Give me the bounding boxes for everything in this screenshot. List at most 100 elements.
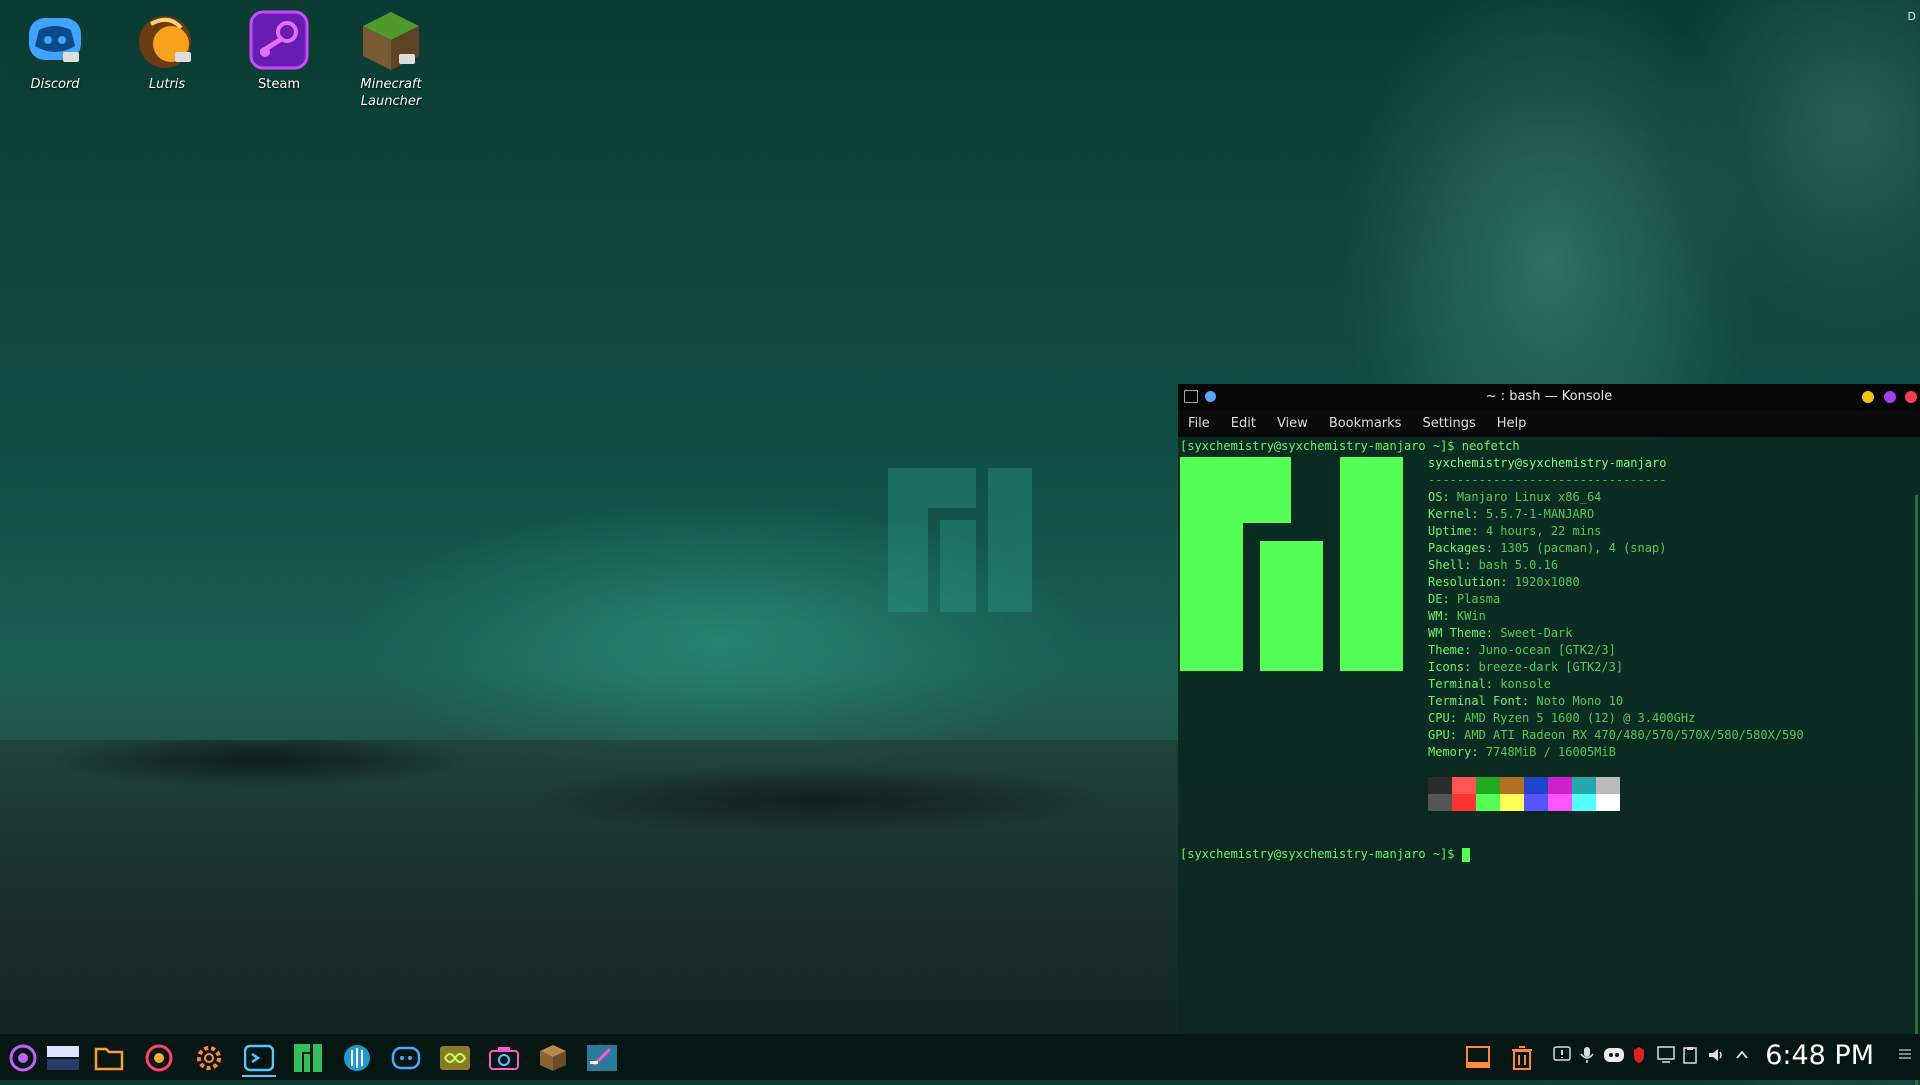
palette-swatch [1452,794,1476,811]
task-discover[interactable] [340,1041,374,1075]
info-row: Icons: breeze-dark [GTK2/3] [1428,660,1624,674]
trash-button[interactable] [1511,1046,1533,1074]
manjaro-wallpaper-logo [888,468,1032,612]
folder-icon [94,1047,124,1071]
network-tray[interactable] [1657,1046,1675,1068]
discover-icon [344,1045,370,1071]
konsole-icon [244,1044,274,1072]
settings-icon [197,1046,221,1070]
taskbar: 6:48 PM [0,1034,1920,1080]
microphone-tray[interactable] [1579,1046,1595,1068]
notifications-tray[interactable] [1553,1046,1571,1068]
window-title: ~ : bash — Konsole [1485,389,1613,404]
task-discord[interactable] [389,1041,423,1075]
info-row: Theme: Juno-ocean [GTK2/3] [1428,643,1616,657]
discord-icon [23,8,87,72]
info-row: Uptime: 4 hours, 22 mins [1428,524,1602,538]
network-icon [1657,1046,1675,1063]
palette-swatch [1548,777,1572,794]
show-desktop-button[interactable] [1466,1046,1490,1072]
microphone-icon [1580,1047,1594,1063]
discord-tray[interactable] [1603,1046,1625,1068]
menu-settings[interactable]: Settings [1422,416,1475,431]
show-desktop-icon [1466,1046,1490,1068]
chevron-up-icon [1736,1050,1748,1059]
info-row: Packages: 1305 (pacman), 4 (snap) [1428,541,1667,555]
palette-swatch [1476,794,1500,811]
panel-edge-label: D [1907,10,1916,23]
clipboard-icon [1683,1047,1697,1064]
application-launcher-button[interactable] [6,1041,40,1075]
task-konsole[interactable] [242,1041,276,1077]
digital-clock[interactable]: 6:48 PM [1765,1040,1874,1071]
minimize-button[interactable] [1862,391,1874,403]
window-titlebar[interactable]: ~ : bash — Konsole [1178,384,1920,410]
application-launcher-icon [9,1044,37,1072]
task-firefox[interactable] [142,1041,176,1075]
desktop-icon-steam[interactable]: Steam [234,8,324,93]
desktop-icon-label: Lutris [148,77,186,92]
palette-swatch [1500,777,1524,794]
firefox-icon [145,1044,173,1072]
current-prompt-line: [syxchemistry@syxchemistry-manjaro ~]$ [1180,847,1470,862]
task-minecraft[interactable] [536,1041,570,1075]
terminal-area[interactable]: [syxchemistry@syxchemistry-manjaro ~]$ n… [1178,437,1920,1085]
info-row: Shell: bash 5.0.16 [1428,558,1559,572]
desktop-icon-lutris[interactable]: Lutris [122,8,212,93]
palette-swatch [1596,777,1620,794]
prompt: [syxchemistry@syxchemistry-manjaro ~]$ [1180,847,1455,861]
desktop-icon-label: Discord [30,77,80,92]
discord-icon [391,1046,421,1070]
info-row: Kernel: 5.5.7-1-MANJARO [1428,507,1595,521]
panel-options-icon [1899,1049,1911,1059]
info-row: WM Theme: Sweet-Dark [1428,626,1573,640]
konsole-window[interactable]: ~ : bash — Konsole File Edit View Bookma… [1178,384,1920,1085]
info-row: WM: KWin [1428,609,1486,623]
lutris-icon [135,8,199,72]
task-file-manager[interactable] [92,1041,126,1075]
task-system-settings[interactable] [192,1041,226,1075]
palette-swatch [1524,794,1548,811]
task-screenshot[interactable] [487,1041,521,1075]
pager-button[interactable] [46,1041,80,1075]
task-lutris[interactable] [438,1041,472,1075]
terminal-scrollbar[interactable] [1915,495,1918,1085]
notification-icon [1553,1046,1571,1061]
command: neofetch [1461,439,1520,453]
desktop-icon-minecraft-launcher[interactable]: Minecraft Launcher [346,8,436,110]
palette-swatch [1596,794,1620,811]
manjaro-icon [294,1044,322,1072]
panel-options-button[interactable] [1898,1046,1912,1066]
volume-tray[interactable] [1707,1046,1725,1068]
neofetch-separator: --------------------------------- [1428,473,1667,487]
desktop-icon-discord[interactable]: Discord [10,8,100,93]
palette-swatch [1452,777,1476,794]
palette-swatch [1572,794,1596,811]
desktop-icon-label: Minecraft Launcher [360,77,422,109]
menu-help[interactable]: Help [1497,416,1527,431]
text-cursor [1461,847,1470,862]
task-manjaro[interactable] [291,1041,325,1075]
menu-view[interactable]: View [1277,416,1308,431]
menu-bar: File Edit View Bookmarks Settings Help [1178,410,1920,437]
minecraft-icon [359,8,423,72]
command-line: [syxchemistry@syxchemistry-manjaro ~]$ n… [1180,439,1520,453]
menu-bookmarks[interactable]: Bookmarks [1329,416,1402,431]
menu-edit[interactable]: Edit [1231,416,1256,431]
pager-icon [47,1046,79,1070]
menu-file[interactable]: File [1188,416,1210,431]
info-row: Terminal Font: Noto Mono 10 [1428,694,1624,708]
camera-icon [489,1047,519,1070]
task-kate[interactable] [585,1041,619,1075]
palette-swatch [1548,794,1572,811]
clipboard-tray[interactable] [1683,1046,1697,1068]
expand-tray-button[interactable] [1735,1046,1749,1068]
palette-swatch [1428,777,1452,794]
maximize-button[interactable] [1884,391,1896,403]
shield-icon [1634,1047,1644,1063]
info-row: Memory: 7748MiB / 16005MiB [1428,745,1616,759]
security-tray[interactable] [1633,1046,1645,1068]
close-button[interactable] [1905,391,1917,403]
info-row: Resolution: 1920x1080 [1428,575,1580,589]
color-palette [1428,777,1620,811]
